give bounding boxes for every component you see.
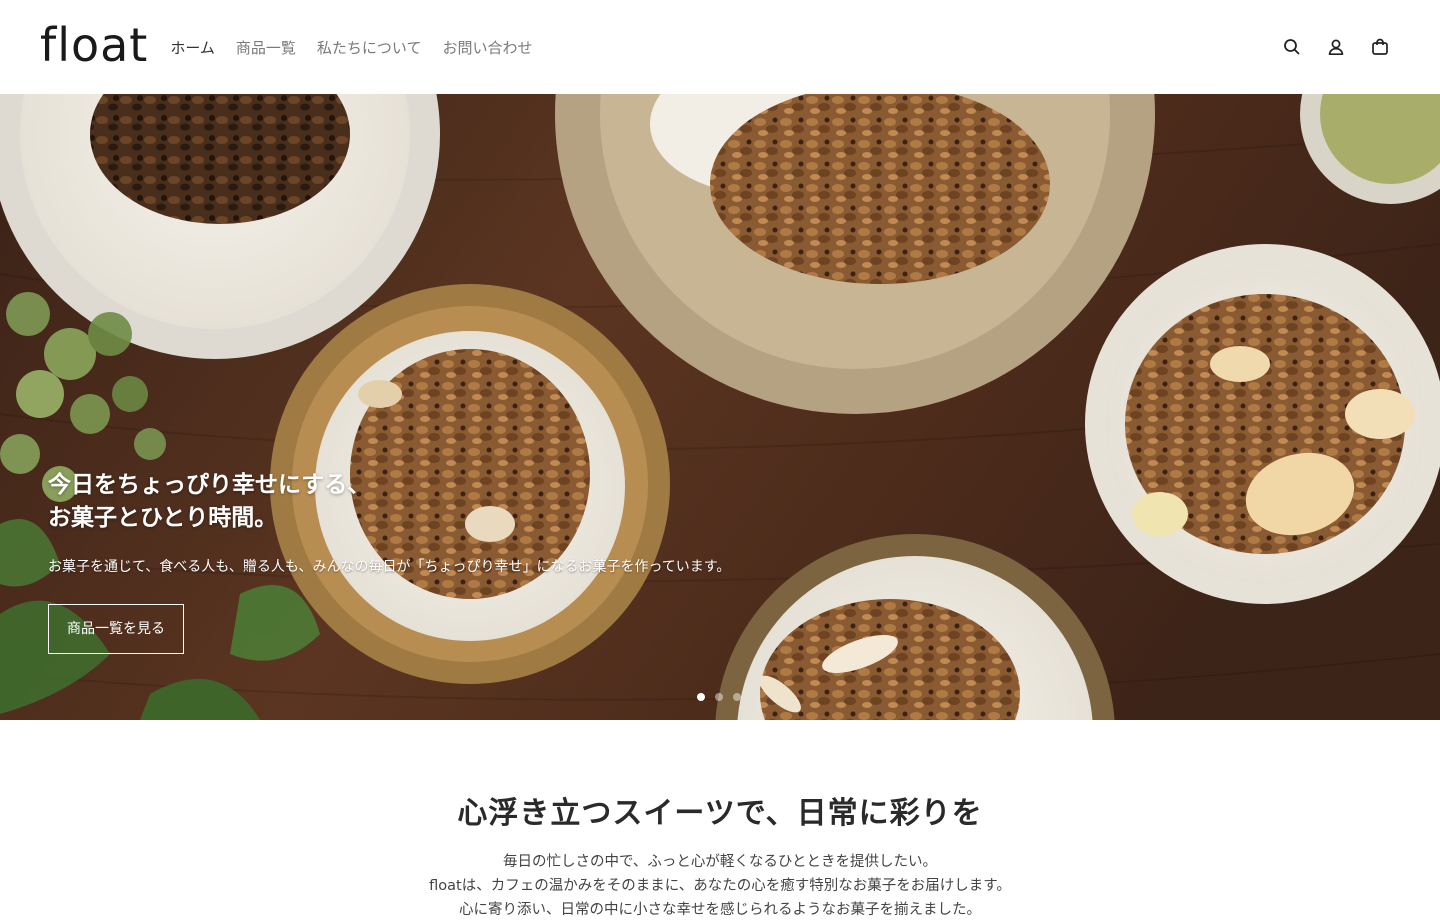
header-actions <box>1282 37 1390 57</box>
carousel-dots <box>697 693 741 701</box>
search-icon[interactable] <box>1282 37 1302 57</box>
hero-title: 今日をちょっぴり幸せにする、 お菓子とひとり時間。 <box>48 472 371 531</box>
hero-content: 今日をちょっぴり幸せにする、 お菓子とひとり時間。 お菓子を通じて、食べる人も、… <box>48 469 730 654</box>
intro-title: 心浮き立つスイーツで、日常に彩りを <box>457 796 983 831</box>
view-products-button[interactable]: 商品一覧を見る <box>48 604 184 654</box>
carousel-dot-3[interactable] <box>733 693 741 701</box>
logo[interactable]: float <box>40 22 148 68</box>
intro-section: 心浮き立つスイーツで、日常に彩りを 毎日の忙しさの中で、ふっと心が軽くなるひとと… <box>0 720 1440 918</box>
intro-line-2: floatは、カフェの温かみをそのままに、あなたの心を癒す特別なお菓子をお届けし… <box>429 878 1011 894</box>
nav-item-contact[interactable]: お問い合わせ <box>442 37 532 58</box>
hero-subtitle: お菓子を通じて、食べる人も、贈る人も、みんなの毎日が「ちょっぴり幸せ」になるお菓… <box>48 559 731 575</box>
hero-banner: 今日をちょっぴり幸せにする、 お菓子とひとり時間。 お菓子を通じて、食べる人も、… <box>0 94 1440 720</box>
cart-icon[interactable] <box>1370 37 1390 57</box>
carousel-dot-1[interactable] <box>697 693 705 701</box>
nav-item-home[interactable]: ホーム <box>170 37 215 58</box>
intro-line-1: 毎日の忙しさの中で、ふっと心が軽くなるひとときを提供したい。 <box>503 854 937 870</box>
carousel-dot-2[interactable] <box>715 693 723 701</box>
site-header: float ホーム 商品一覧 私たちについて お問い合わせ <box>0 0 1440 94</box>
nav-item-products[interactable]: 商品一覧 <box>236 37 296 58</box>
account-icon[interactable] <box>1326 37 1346 57</box>
intro-text: 毎日の忙しさの中で、ふっと心が軽くなるひとときを提供したい。 floatは、カフ… <box>0 850 1440 922</box>
main-nav: ホーム 商品一覧 私たちについて お問い合わせ <box>170 37 553 58</box>
intro-line-3: 心に寄り添い、日常の中に小さな幸せを感じられるようなお菓子を揃えました。 <box>459 902 981 918</box>
nav-item-about[interactable]: 私たちについて <box>317 37 422 58</box>
